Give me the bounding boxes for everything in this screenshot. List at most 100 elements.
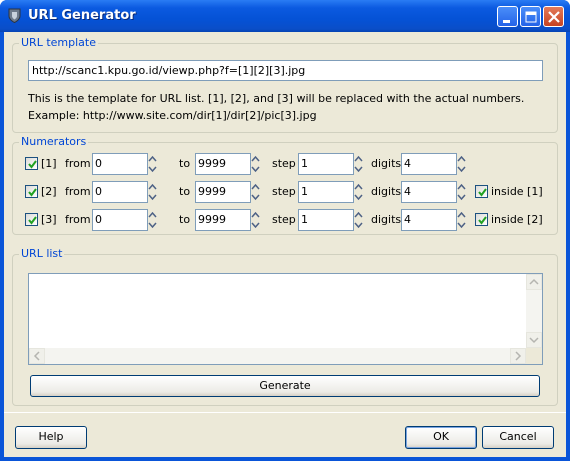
footer-separator bbox=[4, 412, 566, 413]
url-template-legend: URL template bbox=[19, 36, 98, 49]
maximize-icon bbox=[525, 11, 537, 23]
from-label: from bbox=[65, 185, 91, 198]
numerator-1-step-value[interactable]: 1 bbox=[298, 153, 354, 175]
numerator-1-digits-value[interactable]: 4 bbox=[401, 153, 457, 175]
digits-label: digits bbox=[371, 157, 402, 170]
url-template-help-text: This is the template for URL list. [1], … bbox=[28, 92, 525, 105]
numerator-2-checkbox[interactable] bbox=[25, 185, 38, 198]
scroll-down-button[interactable] bbox=[526, 332, 542, 348]
title-bar[interactable]: URL Generator bbox=[0, 0, 570, 32]
maximize-button[interactable] bbox=[520, 6, 541, 27]
spin-up-icon[interactable] bbox=[354, 182, 363, 192]
spin-up-icon[interactable] bbox=[251, 182, 260, 192]
numerator-3-checkbox[interactable] bbox=[25, 213, 38, 226]
spin-down-icon[interactable] bbox=[251, 164, 260, 174]
numerator-2-digits-value[interactable]: 4 bbox=[401, 181, 457, 203]
spin-up-icon[interactable] bbox=[148, 182, 157, 192]
digits-label: digits bbox=[371, 185, 402, 198]
arrow-right-icon bbox=[515, 351, 522, 361]
spin-down-icon[interactable] bbox=[148, 192, 157, 202]
numerators-group: Numerators [1] from 0 to 9999 step 1 dig… bbox=[12, 135, 558, 235]
step-label: step bbox=[272, 157, 296, 170]
from-label: from bbox=[65, 213, 91, 226]
to-label: to bbox=[179, 157, 191, 170]
numerator-2-label: [2] bbox=[41, 185, 57, 198]
check-mark-icon bbox=[28, 188, 37, 197]
check-mark-icon bbox=[28, 160, 37, 169]
numerator-2-inside-label: inside [1] bbox=[491, 185, 543, 198]
spin-up-icon[interactable] bbox=[148, 210, 157, 220]
spin-up-icon[interactable] bbox=[251, 210, 260, 220]
help-button[interactable]: Help bbox=[15, 426, 87, 449]
url-list-group: URL list Generate bbox=[12, 247, 558, 406]
horizontal-scrollbar[interactable] bbox=[29, 348, 526, 364]
close-button[interactable] bbox=[543, 6, 564, 27]
spin-down-icon[interactable] bbox=[457, 164, 466, 174]
url-template-input[interactable]: http://scanc1.kpu.go.id/viewp.php?f=[1][… bbox=[28, 60, 543, 81]
url-list-legend: URL list bbox=[19, 247, 65, 260]
scroll-right-button[interactable] bbox=[510, 348, 526, 364]
numerator-1-checkbox[interactable] bbox=[25, 157, 38, 170]
numerator-2-to-value[interactable]: 9999 bbox=[195, 181, 251, 203]
scroll-left-button[interactable] bbox=[29, 348, 45, 364]
numerator-3-from-value[interactable]: 0 bbox=[92, 209, 148, 231]
spin-up-icon[interactable] bbox=[354, 210, 363, 220]
numerator-3-inside-label: inside [2] bbox=[491, 213, 543, 226]
app-icon bbox=[8, 8, 21, 24]
ok-button[interactable]: OK bbox=[405, 426, 477, 449]
spin-down-icon[interactable] bbox=[251, 220, 260, 230]
url-template-group: URL template http://scanc1.kpu.go.id/vie… bbox=[12, 36, 558, 133]
spin-down-icon[interactable] bbox=[354, 164, 363, 174]
to-label: to bbox=[179, 185, 191, 198]
spin-up-icon[interactable] bbox=[148, 154, 157, 164]
spin-up-icon[interactable] bbox=[251, 154, 260, 164]
arrow-left-icon bbox=[33, 351, 40, 361]
spin-down-icon[interactable] bbox=[148, 220, 157, 230]
numerator-3-digits-value[interactable]: 4 bbox=[401, 209, 457, 231]
step-label: step bbox=[272, 213, 296, 226]
numerator-3-to-value[interactable]: 9999 bbox=[195, 209, 251, 231]
from-label: from bbox=[65, 157, 91, 170]
minimize-icon bbox=[503, 20, 510, 23]
numerator-3-label: [3] bbox=[41, 213, 57, 226]
window-title: URL Generator bbox=[28, 8, 136, 23]
numerator-2-step-value[interactable]: 1 bbox=[298, 181, 354, 203]
spin-down-icon[interactable] bbox=[148, 164, 157, 174]
numerator-3-inside-checkbox[interactable] bbox=[475, 213, 488, 226]
cancel-button[interactable]: Cancel bbox=[482, 426, 554, 449]
spin-up-icon[interactable] bbox=[457, 210, 466, 220]
generate-button[interactable]: Generate bbox=[30, 375, 540, 397]
check-mark-icon bbox=[478, 188, 487, 197]
numerators-legend: Numerators bbox=[19, 135, 89, 148]
close-icon bbox=[548, 11, 560, 23]
check-mark-icon bbox=[28, 216, 37, 225]
arrow-down-icon bbox=[529, 337, 539, 344]
dialog-client-area: URL template http://scanc1.kpu.go.id/vie… bbox=[4, 32, 566, 457]
spin-down-icon[interactable] bbox=[457, 192, 466, 202]
numerator-2-from-value[interactable]: 0 bbox=[92, 181, 148, 203]
numerator-3-step-value[interactable]: 1 bbox=[298, 209, 354, 231]
to-label: to bbox=[179, 213, 191, 226]
spin-down-icon[interactable] bbox=[354, 192, 363, 202]
numerator-2-inside-checkbox[interactable] bbox=[475, 185, 488, 198]
step-label: step bbox=[272, 185, 296, 198]
numerator-1-label: [1] bbox=[41, 157, 57, 170]
url-list-box[interactable] bbox=[28, 273, 543, 365]
spin-up-icon[interactable] bbox=[457, 182, 466, 192]
url-template-example-text: Example: http://www.site.com/dir[1]/dir[… bbox=[28, 109, 317, 122]
spin-up-icon[interactable] bbox=[457, 154, 466, 164]
scroll-corner bbox=[526, 348, 542, 364]
scroll-up-button[interactable] bbox=[526, 274, 542, 290]
spin-down-icon[interactable] bbox=[251, 192, 260, 202]
check-mark-icon bbox=[478, 216, 487, 225]
numerator-1-to-value[interactable]: 9999 bbox=[195, 153, 251, 175]
vertical-scrollbar[interactable] bbox=[526, 274, 542, 348]
spin-down-icon[interactable] bbox=[457, 220, 466, 230]
numerator-1-from-value[interactable]: 0 bbox=[92, 153, 148, 175]
minimize-button[interactable] bbox=[497, 6, 518, 27]
spin-down-icon[interactable] bbox=[354, 220, 363, 230]
digits-label: digits bbox=[371, 213, 402, 226]
url-generator-window: URL Generator URL template http://scanc1… bbox=[0, 0, 570, 461]
arrow-up-icon bbox=[529, 278, 539, 285]
spin-up-icon[interactable] bbox=[354, 154, 363, 164]
